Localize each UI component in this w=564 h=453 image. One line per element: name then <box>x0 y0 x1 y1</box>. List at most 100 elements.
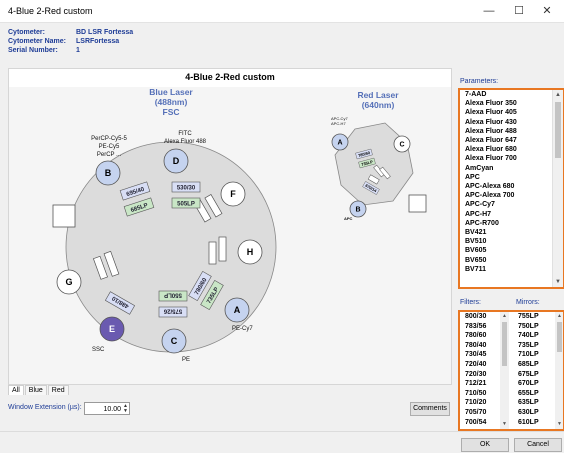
serial-number-value: 1 <box>76 47 80 54</box>
red-octagon: 780/60 735LP 670/14 <box>334 122 427 213</box>
tab-red[interactable]: Red <box>47 385 69 395</box>
parameter-item[interactable]: Alexa Fluor 405 <box>460 108 563 117</box>
cytometer-value: BD LSR Fortessa <box>76 29 134 36</box>
parameter-item[interactable]: APC-Alexa 700 <box>460 191 563 200</box>
label-ssc: SSC <box>92 347 105 353</box>
detector-blue-a[interactable]: A <box>224 297 250 323</box>
label-percp-cy55: PerCP-Cy5-5 <box>91 136 127 142</box>
cytometer-info: Cytometer: BD LSR Fortessa Cytometer Name… <box>8 28 133 55</box>
parameter-item[interactable]: BV711 <box>460 265 563 274</box>
label-pe: PE <box>182 357 190 363</box>
blue-laser-wavelength: (488nm) <box>155 97 188 107</box>
parameter-item[interactable]: Alexa Fluor 350 <box>460 99 563 108</box>
tab-all[interactable]: All <box>8 385 24 395</box>
label-pe-cy7: PE-Cy7 <box>232 326 253 332</box>
scroll-thumb[interactable] <box>555 102 561 158</box>
red-laser-title: Red Laser <box>357 90 399 100</box>
detector-red-a[interactable]: A <box>331 133 349 151</box>
mirrors-scroll-thumb[interactable] <box>557 322 562 352</box>
parameter-item[interactable]: BV510 <box>460 237 563 246</box>
svg-text:A: A <box>337 140 342 147</box>
blue-laser-fsc: FSC <box>163 107 180 117</box>
parameter-item[interactable]: 7-AAD <box>460 90 563 99</box>
window-extension-input[interactable]: 10.00 ▲ ▼ <box>84 402 130 415</box>
svg-text:H: H <box>247 247 254 257</box>
minimize-button[interactable]: — <box>478 3 500 19</box>
detector-blue-e[interactable]: E <box>99 316 125 342</box>
parameters-items: 7-AAD Alexa Fluor 350 Alexa Fluor 405 Alexa… <box>460 90 563 274</box>
mirrors-scroll-up-icon[interactable]: ▲ <box>555 312 563 321</box>
filters-scroll-thumb[interactable] <box>502 322 507 366</box>
serial-number-label: Serial Number: <box>8 47 58 54</box>
filters-scrollbar[interactable]: ▲ ▼ <box>500 312 509 429</box>
blue-laser-entry-block <box>52 204 76 228</box>
svg-text:D: D <box>173 156 180 166</box>
label-apc-h7: APC-H7 <box>331 121 346 126</box>
parameter-item[interactable]: APC-H7 <box>460 210 563 219</box>
label-percp: PerCP ... <box>97 152 122 158</box>
parameter-item[interactable]: Alexa Fluor 647 <box>460 136 563 145</box>
maximize-button[interactable]: ☐ <box>508 3 530 19</box>
cytometer-name-label: Cytometer Name: <box>8 38 66 45</box>
filters-list[interactable]: 800/30 783/56 780/60 780/40 730/45 720/40 720/… <box>460 312 510 429</box>
svg-text:B: B <box>105 168 112 178</box>
detector-blue-b[interactable]: B <box>95 160 121 186</box>
filter-575-26: 575/26 <box>163 308 182 314</box>
red-laser-wavelength: (640nm) <box>362 100 395 110</box>
parameter-item[interactable]: AmCyan <box>460 164 563 173</box>
ok-button[interactable]: OK <box>461 438 509 452</box>
window-title: 4-Blue 2-Red custom <box>8 6 93 16</box>
parameter-item[interactable]: BV605 <box>460 246 563 255</box>
detector-red-b[interactable]: B <box>349 200 367 218</box>
parameter-item[interactable]: Alexa Fluor 680 <box>460 145 563 154</box>
label-pe-cy5: PE-Cy5 <box>99 144 120 150</box>
parameter-item[interactable]: APC-R700 <box>460 219 563 228</box>
svg-text:F: F <box>230 189 236 199</box>
filter-530-30: 530/30 <box>177 186 196 192</box>
filters-mirrors-panel: 800/30 783/56 780/60 780/40 730/45 720/40 720/… <box>458 310 564 431</box>
detector-blue-d[interactable]: D <box>163 148 189 174</box>
parameter-item[interactable]: APC <box>460 173 563 182</box>
cytometer-name-value: LSRFortessa <box>76 38 120 45</box>
parameters-scrollbar[interactable]: ▲ ▼ <box>552 90 563 287</box>
label-fitc: FITC <box>178 131 192 137</box>
detector-blue-f[interactable]: F <box>220 181 246 207</box>
parameter-item[interactable]: Alexa Fluor 488 <box>460 127 563 136</box>
detector-red-c[interactable]: C <box>393 135 411 153</box>
filters-label: Filters: <box>460 299 481 306</box>
scroll-down-icon[interactable]: ▼ <box>553 277 563 287</box>
laser-tabs: All Blue Red <box>8 385 70 397</box>
tab-blue[interactable]: Blue <box>24 385 47 395</box>
parameter-item[interactable]: BV421 <box>460 228 563 237</box>
parameter-item[interactable]: APC-Cy7 <box>460 200 563 209</box>
cancel-button[interactable]: Cancel <box>514 438 562 452</box>
svg-text:E: E <box>109 324 115 334</box>
configuration-panel: 4-Blue 2-Red custom Blue Laser (488nm) F… <box>8 68 452 385</box>
filter-505lp: 505LP <box>177 202 195 208</box>
svg-text:G: G <box>65 277 72 287</box>
parameter-item[interactable]: Alexa Fluor 430 <box>460 118 563 127</box>
title-bar: 4-Blue 2-Red custom — ☐ ✕ <box>0 0 564 23</box>
parameter-item[interactable]: APC-Alexa 680 <box>460 182 563 191</box>
comments-button[interactable]: Comments <box>410 402 450 416</box>
svg-text:C: C <box>399 142 404 149</box>
scroll-up-icon[interactable]: ▲ <box>553 90 563 100</box>
mirrors-list[interactable]: 755LP 750LP 740LP 735LP 710LP 685LP 675LP 670LP… <box>513 312 563 429</box>
detector-blue-h[interactable]: H <box>237 239 263 265</box>
spinner-arrows-icon[interactable]: ▲ ▼ <box>123 404 128 414</box>
close-button[interactable]: ✕ <box>536 3 558 19</box>
detector-blue-g[interactable]: G <box>56 269 82 295</box>
filters-scroll-down-icon[interactable]: ▼ <box>500 420 509 429</box>
parameters-list[interactable]: 7-AAD Alexa Fluor 350 Alexa Fluor 405 Alexa… <box>458 88 564 289</box>
detector-blue-c[interactable]: C <box>161 328 187 354</box>
window-extension-label: Window Extension (µs): <box>8 404 82 411</box>
parameters-label: Parameters: <box>460 78 499 85</box>
parameter-item[interactable]: BV650 <box>460 256 563 265</box>
svg-text:B: B <box>355 207 360 214</box>
optical-diagram: Blue Laser (488nm) FSC Red Laser (640nm)… <box>9 87 451 384</box>
mirrors-scroll-down-icon[interactable]: ▼ <box>555 420 563 429</box>
parameter-item[interactable]: Alexa Fluor 700 <box>460 154 563 163</box>
filters-scroll-up-icon[interactable]: ▲ <box>500 312 509 321</box>
label-alexa-488: Alexa Fluor 488 <box>164 139 207 145</box>
mirrors-scrollbar[interactable]: ▲ ▼ <box>555 312 563 429</box>
